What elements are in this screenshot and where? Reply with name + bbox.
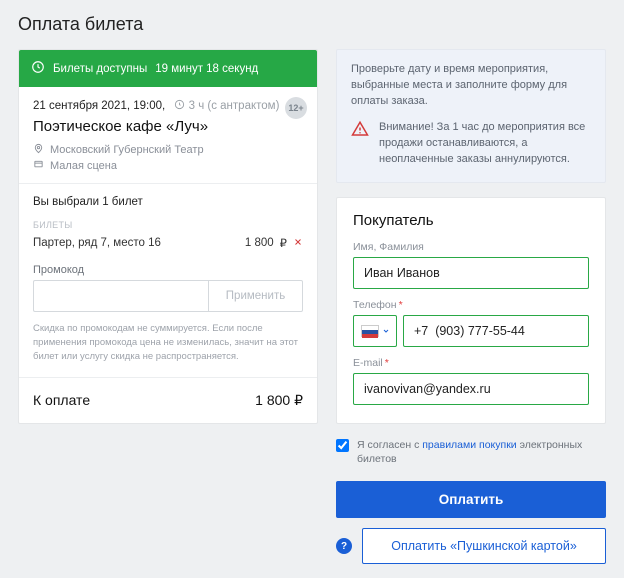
promo-input[interactable] [33,280,208,312]
email-label: E-mail* [353,357,589,369]
countdown-prefix: Билеты доступны [53,63,147,75]
agree-text: Я согласен с правилами покупки электронн… [357,438,606,467]
info-box: Проверьте дату и время мероприятия, выбр… [336,49,606,183]
info-check-text: Проверьте дату и время мероприятия, выбр… [351,62,591,110]
countdown-value: 19 минут 18 секунд [155,63,258,75]
page-title: Оплата билета [18,14,606,35]
venue-row: Московский Губернский Театр [33,143,303,157]
total-currency: ₽ [294,392,303,408]
flag-ru-icon [361,325,379,337]
promo-note: Скидка по промокодам не суммируется. Есл… [33,322,303,363]
buyer-card: Покупатель Имя, Фамилия Телефон* [336,197,606,424]
hall-icon [33,159,44,173]
ticket-row: Партер, ряд 7, место 16 1 800 ₽ [33,236,303,250]
info-warn-text: Внимание! За 1 час до мероприятия все пр… [379,120,591,168]
pay-button[interactable]: Оплатить [336,481,606,518]
phone-label: Телефон* [353,299,589,311]
name-field[interactable] [353,257,589,289]
countdown-bar: Билеты доступны 19 минут 18 секунд [19,50,317,87]
warning-icon [351,120,369,168]
chevron-down-icon [382,327,390,335]
ticket-price: 1 800 [245,237,274,249]
total-row: К оплате 1 800 ₽ [19,377,317,423]
currency: ₽ [280,236,287,250]
remove-ticket-icon[interactable] [293,237,303,250]
event-title: Поэтическое кафе «Луч» [33,118,303,135]
ticket-seat: Партер, ряд 7, место 16 [33,237,161,249]
total-label: К оплате [33,392,90,409]
agree-row[interactable]: Я согласен с правилами покупки электронн… [336,438,606,467]
phone-field[interactable] [403,315,589,347]
event-date: 21 сентября 2021, 19:00, [33,100,165,112]
promo-apply-button[interactable]: Применить [208,280,303,312]
agree-checkbox[interactable] [336,439,349,452]
event-datetime: 21 сентября 2021, 19:00, 3 ч (с антракто… [33,99,303,112]
pushkin-pay-button[interactable]: Оплатить «Пушкинской картой» [362,528,606,564]
clock-icon [31,60,45,77]
buyer-heading: Покупатель [353,212,589,229]
help-icon[interactable]: ? [336,538,352,554]
pin-icon [33,143,44,157]
age-badge: 12+ [285,97,307,119]
hall-row: Малая сцена [33,159,303,173]
rules-link[interactable]: правилами покупки [422,439,516,451]
email-field[interactable] [353,373,589,405]
name-label: Имя, Фамилия [353,241,589,253]
promo-label: Промокод [33,264,303,276]
country-select[interactable] [353,315,397,347]
order-card: Билеты доступны 19 минут 18 секунд 21 се… [18,49,318,424]
total-value: 1 800 [255,392,290,408]
event-duration: 3 ч (с антрактом) [174,100,279,112]
selection-summary: Вы выбрали 1 билет [33,196,303,208]
tickets-section-label: БИЛЕТЫ [33,220,303,230]
